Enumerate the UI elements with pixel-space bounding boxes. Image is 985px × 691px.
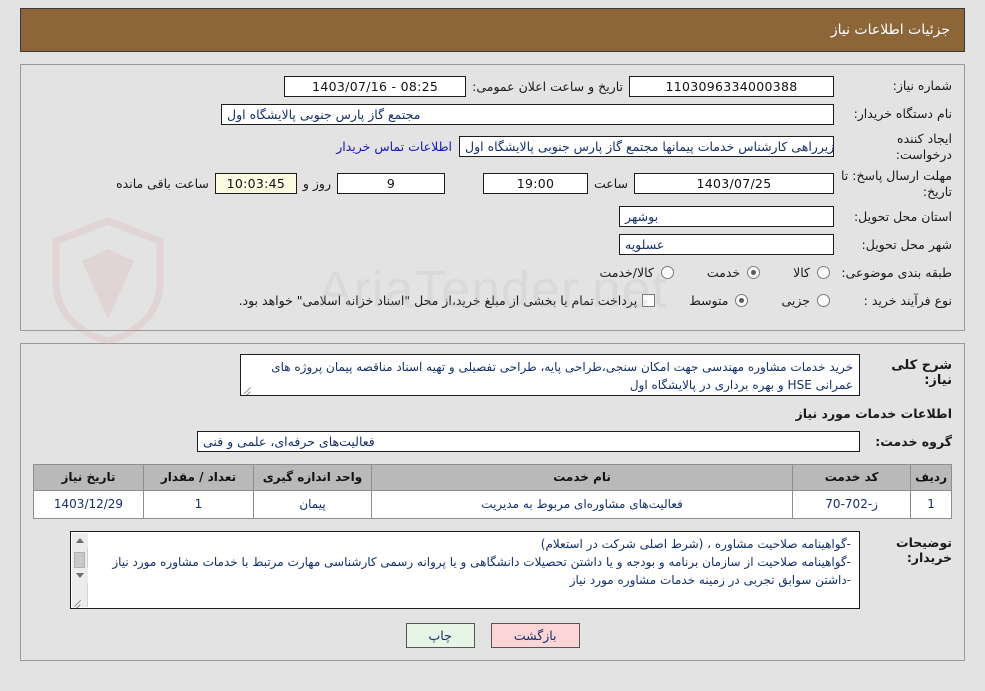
buyer-note-line-2: -گواهینامه صلاحیت از سازمان برنامه و بود… bbox=[112, 554, 851, 569]
footer-buttons: بازگشت چاپ bbox=[33, 622, 952, 648]
cell-service-name: فعالیت‌های مشاوره‌ای مربوط به مدیریت bbox=[370, 489, 794, 519]
description-text: خرید خدمات مشاوره مهندسی جهت امکان سنجی،… bbox=[271, 359, 853, 393]
category-option-kala-label: کالا bbox=[793, 265, 810, 280]
table-row: 1 ز-702-70 فعالیت‌های مشاوره‌ای مربوط به… bbox=[33, 489, 952, 519]
creator-label: ایجاد کننده درخواست: bbox=[895, 131, 952, 162]
buyer-note-line-3: -داشتن سوابق تجربی در زمینه خدمات مشاوره… bbox=[569, 572, 851, 587]
services-table: ردیف کد خدمت نام خدمت واحد اندازه گیری ت… bbox=[33, 463, 952, 519]
cell-quantity: 1 bbox=[143, 489, 254, 519]
need-number-label: شماره نیاز: bbox=[892, 78, 952, 94]
process-label: نوع فرآیند خرید : bbox=[863, 292, 952, 308]
arrow-up-icon bbox=[75, 537, 84, 543]
page-title: جزئیات اطلاعات نیاز bbox=[830, 22, 950, 38]
th-service-name: نام خدمت bbox=[370, 463, 794, 491]
th-service-code: کد خدمت bbox=[792, 463, 912, 491]
category-option-khedmat-label: خدمت bbox=[706, 265, 741, 280]
cell-radif: 1 bbox=[910, 489, 952, 519]
buyer-org-label: نام دستگاه خریدار: bbox=[853, 106, 952, 122]
resize-grip-icon bbox=[243, 385, 252, 394]
treasury-note: پرداخت تمام یا بخشی از مبلغ خرید،از محل … bbox=[238, 293, 638, 308]
buyer-note-line-1: -گواهینامه صلاحیت مشاوره ، (شرط اصلی شرک… bbox=[540, 536, 851, 551]
remaining-days-value: 9 bbox=[336, 173, 445, 195]
scroll-down-button[interactable] bbox=[71, 567, 88, 583]
city-label: شهر محل تحویل: bbox=[861, 236, 952, 252]
province-value: بوشهر bbox=[619, 206, 834, 227]
buyer-notes-label: توضیحات خریدار: bbox=[896, 534, 952, 565]
arrow-down-icon bbox=[75, 572, 84, 578]
cell-unit: پیمان bbox=[253, 489, 372, 519]
deadline-label: مهلت ارسال پاسخ: تا تاریخ: bbox=[841, 168, 952, 199]
process-option-jozi[interactable]: جزیی bbox=[778, 293, 834, 308]
row-need-number: شماره نیاز: 1103096334000388 تاریخ و ساع… bbox=[33, 75, 952, 97]
scrollbar-thumb[interactable] bbox=[74, 551, 85, 568]
radio-kala-icon[interactable] bbox=[817, 266, 830, 279]
province-label: استان محل تحویل: bbox=[853, 208, 952, 224]
radio-kala-khedmat-icon[interactable] bbox=[660, 266, 674, 279]
row-province: استان محل تحویل: بوشهر bbox=[33, 206, 952, 228]
row-service-group: گروه خدمت: فعالیت‌های حرفه‌ای، علمی و فن… bbox=[33, 430, 952, 452]
radio-jozi-icon[interactable] bbox=[817, 294, 830, 307]
buyer-notes-textarea[interactable]: -گواهینامه صلاحیت مشاوره ، (شرط اصلی شرک… bbox=[70, 530, 860, 609]
radio-khedmat-icon[interactable] bbox=[747, 266, 761, 279]
general-info-panel: شماره نیاز: 1103096334000388 تاریخ و ساع… bbox=[20, 64, 965, 331]
public-announce-value: 08:25 - 1403/07/16 bbox=[284, 75, 467, 97]
category-option-kala[interactable]: کالا bbox=[790, 265, 834, 280]
description-textarea[interactable]: خرید خدمات مشاوره مهندسی جهت امکان سنجی،… bbox=[240, 353, 860, 396]
th-need-date: تاریخ نیاز bbox=[33, 463, 144, 491]
buyer-contact-link[interactable]: اطلاعات تماس خریدار bbox=[329, 139, 459, 154]
deadline-hour-label: ساعت bbox=[593, 176, 628, 192]
row-category: طبقه بندی موضوعی: کالا خدمت کالا/خدمت bbox=[33, 262, 952, 284]
row-process-type: نوع فرآیند خرید : جزیی متوسط پرداخت تمام… bbox=[33, 290, 952, 312]
public-announce-label: تاریخ و ساعت اعلان عمومی: bbox=[472, 78, 623, 94]
deadline-time-value: 19:00 bbox=[482, 173, 588, 195]
th-unit: واحد اندازه گیری bbox=[253, 463, 372, 491]
row-deadline: مهلت ارسال پاسخ: تا تاریخ: 1403/07/25 سا… bbox=[33, 168, 952, 199]
category-option-khedmat[interactable]: خدمت bbox=[704, 265, 764, 280]
remaining-hours-label: ساعت باقی مانده bbox=[116, 176, 209, 192]
notes-scrollbar[interactable] bbox=[71, 532, 88, 607]
page-header-bar: جزئیات اطلاعات نیاز bbox=[20, 8, 965, 52]
countdown-timer: 10:03:45 bbox=[214, 173, 297, 195]
category-option-kala-khedmat-label: کالا/خدمت bbox=[599, 265, 654, 280]
process-radio-group: جزیی متوسط bbox=[660, 293, 834, 308]
cell-need-date: 1403/12/29 bbox=[33, 489, 144, 519]
service-group-value: فعالیت‌های حرفه‌ای، علمی و فنی bbox=[197, 430, 860, 452]
category-label: طبقه بندی موضوعی: bbox=[841, 264, 952, 280]
row-city: شهر محل تحویل: عسلویه bbox=[33, 234, 952, 256]
process-option-motevaset[interactable]: متوسط bbox=[686, 293, 752, 308]
days-label: روز و bbox=[302, 176, 331, 192]
process-option-motevaset-label: متوسط bbox=[689, 293, 729, 308]
header-wrapper: جزئیات اطلاعات نیاز bbox=[0, 0, 985, 52]
row-buyer-notes: توضیحات خریدار: -گواهینامه صلاحیت مشاوره… bbox=[33, 530, 952, 609]
radio-motevaset-icon[interactable] bbox=[735, 294, 749, 307]
return-button[interactable]: بازگشت bbox=[490, 622, 580, 648]
cell-service-code: ز-702-70 bbox=[792, 489, 912, 519]
print-button[interactable]: چاپ bbox=[405, 622, 475, 648]
scroll-up-button[interactable] bbox=[71, 532, 88, 548]
row-buyer-org: نام دستگاه خریدار: مجتمع گاز پارس جنوبی … bbox=[33, 103, 952, 125]
city-value: عسلویه bbox=[619, 234, 834, 255]
requirement-details-panel: شرح کلی نیاز: خرید خدمات مشاوره مهندسی ج… bbox=[20, 342, 965, 661]
deadline-date-value: 1403/07/25 bbox=[634, 173, 834, 195]
row-creator: ایجاد کننده درخواست: ولی اله زیرراهی کار… bbox=[33, 131, 952, 162]
tender-details-page: جزئیات اطلاعات نیاز شماره نیاز: 11030963… bbox=[0, 0, 985, 691]
services-section-title: اطلاعات خدمات مورد نیاز bbox=[795, 405, 953, 421]
category-option-kala-khedmat[interactable]: کالا/خدمت bbox=[596, 265, 677, 280]
table-header-row: ردیف کد خدمت نام خدمت واحد اندازه گیری ت… bbox=[33, 463, 952, 491]
description-label: شرح کلی نیاز: bbox=[891, 357, 952, 388]
creator-value: ولی اله زیرراهی کارشناس خدمات پیمانها مج… bbox=[459, 136, 834, 158]
row-description: شرح کلی نیاز: خرید خدمات مشاوره مهندسی ج… bbox=[33, 353, 952, 396]
th-radif: ردیف bbox=[910, 463, 952, 491]
buyer-org-value: مجتمع گاز پارس جنوبی پالایشگاه اول bbox=[221, 103, 834, 125]
need-number-value: 1103096334000388 bbox=[629, 75, 834, 97]
th-quantity: تعداد / مقدار bbox=[143, 463, 254, 491]
treasury-checkbox[interactable] bbox=[642, 294, 656, 307]
process-option-jozi-label: جزیی bbox=[781, 293, 810, 308]
service-group-label: گروه خدمت: bbox=[875, 433, 952, 449]
category-radio-group: کالا خدمت کالا/خدمت bbox=[570, 265, 834, 280]
